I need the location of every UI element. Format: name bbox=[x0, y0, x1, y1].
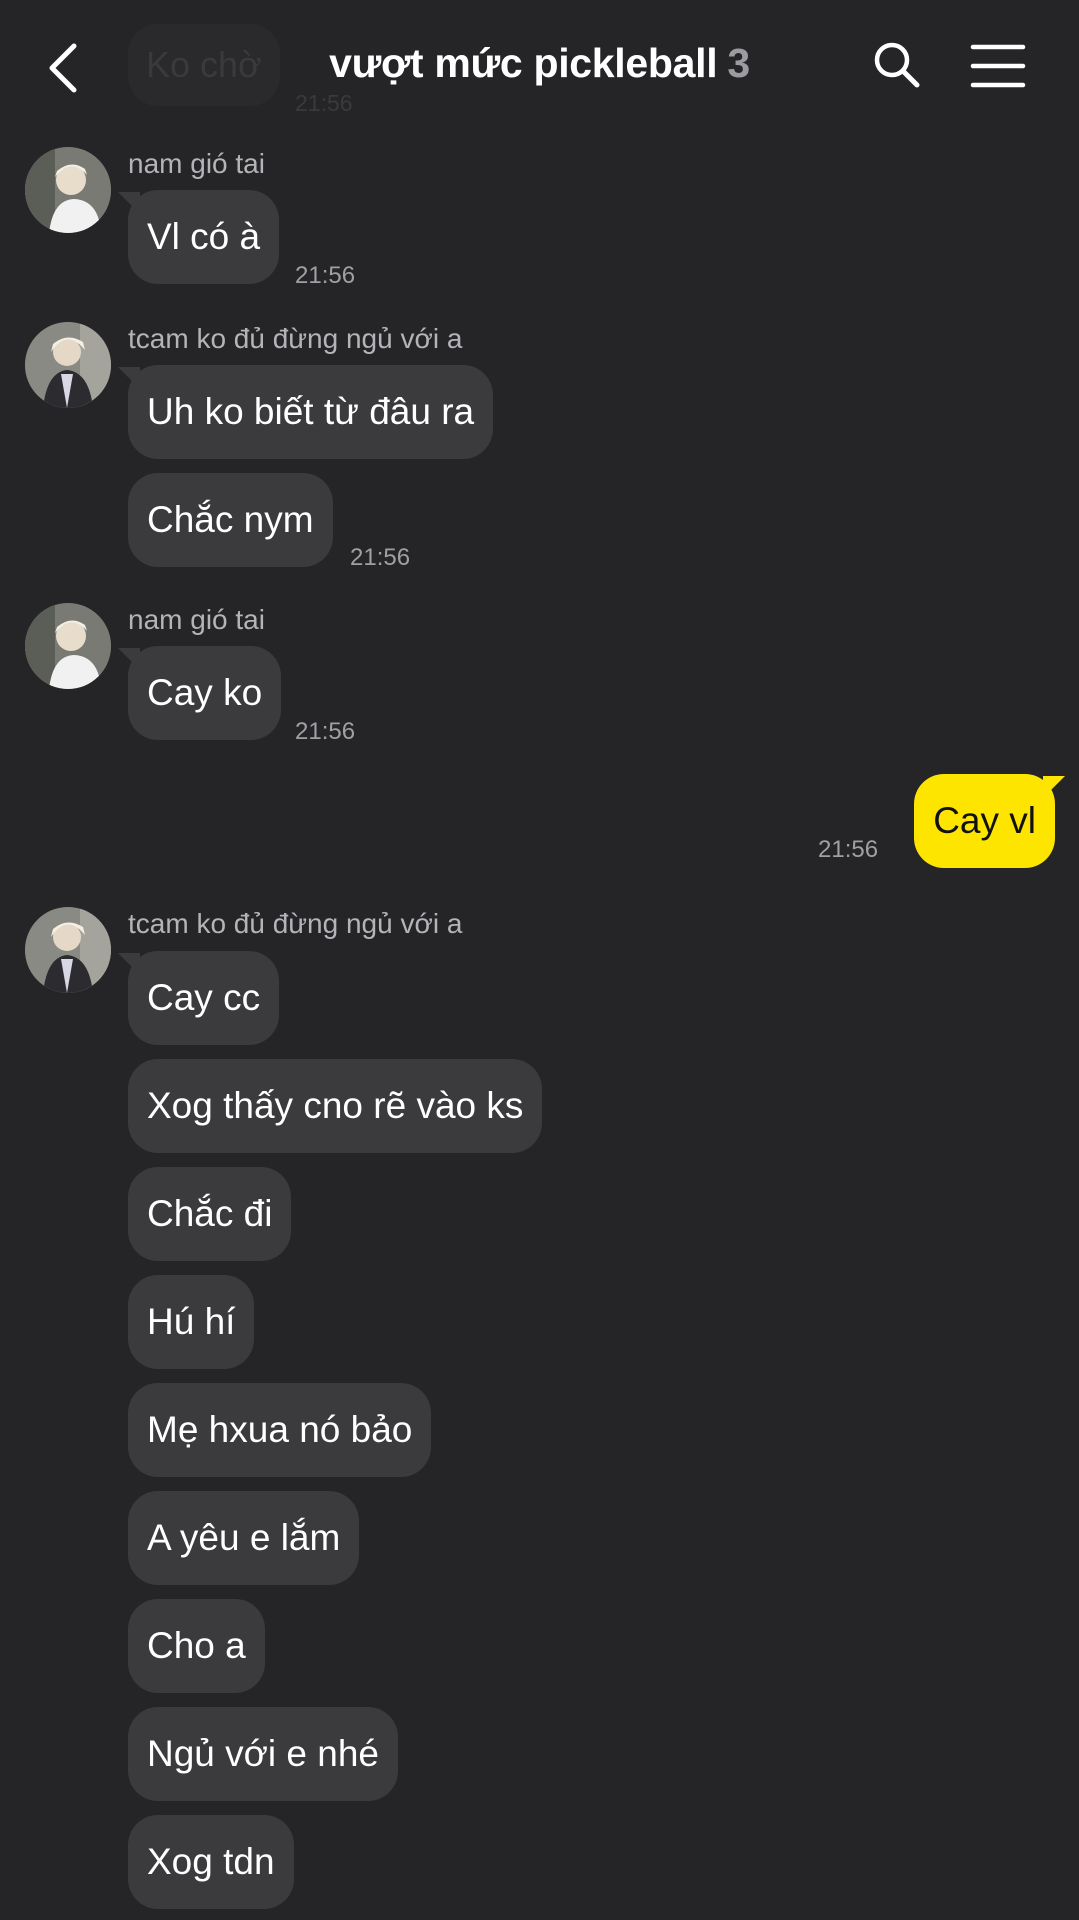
menu-button[interactable] bbox=[970, 42, 1026, 90]
sender-name: nam gió tai bbox=[128, 604, 265, 635]
message-bubble[interactable]: Chắc đi bbox=[128, 1167, 292, 1261]
my-message-bubble[interactable]: Cay vl bbox=[914, 774, 1055, 868]
avatar[interactable] bbox=[25, 147, 111, 233]
member-count: 3 bbox=[727, 40, 750, 86]
chat-header: vượt mức pickleball 3 bbox=[0, 0, 1079, 132]
message-bubble[interactable]: Hú hí bbox=[128, 1275, 255, 1369]
search-button[interactable] bbox=[872, 40, 922, 90]
message-bubble[interactable]: Xog tdn bbox=[128, 1815, 294, 1909]
sender-name: tcam ko đủ đừng ngủ với a bbox=[128, 908, 463, 939]
sender-name: tcam ko đủ đừng ngủ với a bbox=[128, 323, 463, 354]
message-time: 21:56 bbox=[295, 718, 356, 745]
message-bubble[interactable]: Cho a bbox=[128, 1599, 265, 1693]
avatar[interactable] bbox=[25, 322, 111, 408]
message-bubble[interactable]: Xog thấy cno rẽ vào ks bbox=[128, 1059, 543, 1153]
message-time: 21:56 bbox=[818, 836, 879, 863]
message-bubble[interactable]: Chắc nym bbox=[128, 473, 333, 567]
menu-icon bbox=[970, 44, 1026, 88]
message-bubble[interactable]: Vl có à bbox=[128, 190, 280, 284]
message-time: 21:56 bbox=[350, 544, 411, 571]
message-bubble[interactable]: Uh ko biết từ đâu ra bbox=[128, 365, 494, 459]
avatar[interactable] bbox=[25, 907, 111, 993]
message-bubble[interactable]: A yêu e lắm bbox=[128, 1491, 360, 1585]
avatar[interactable] bbox=[25, 603, 111, 689]
search-icon bbox=[874, 42, 920, 88]
chat-name: vượt mức pickleball bbox=[329, 40, 718, 86]
message-bubble[interactable]: Cay cc bbox=[128, 951, 280, 1045]
message-bubble[interactable]: Mẹ hxua nó bảo bbox=[128, 1383, 432, 1477]
message-time: 21:56 bbox=[295, 262, 356, 289]
sender-name: nam gió tai bbox=[128, 148, 265, 179]
message-bubble[interactable]: Ngủ với e nhé bbox=[128, 1707, 399, 1801]
message-bubble[interactable]: Cay ko bbox=[128, 646, 282, 740]
